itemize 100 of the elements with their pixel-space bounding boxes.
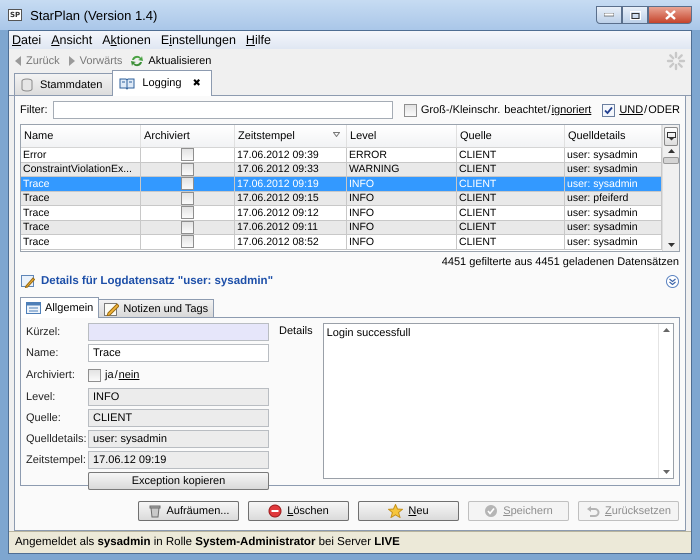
table-cell: CLIENT <box>457 192 565 206</box>
close-icon <box>664 10 676 20</box>
option-link[interactable]: ja <box>105 369 114 381</box>
table-row[interactable]: Trace 17.06.2012 09:11 INFO CLIENT user: sysadmin <box>21 220 662 235</box>
tab[interactable]: Notizen und Tags <box>98 299 214 317</box>
field-label: Quelle: <box>26 412 62 424</box>
separator-slash: / <box>548 104 551 116</box>
table-cell: user: sysadmin <box>565 220 662 235</box>
table-cell: 17.06.2012 09:33 <box>235 162 347 177</box>
checkbox[interactable] <box>88 368 101 382</box>
scroll-up-icon[interactable] <box>662 328 670 332</box>
table-row[interactable]: Trace 17.06.2012 08:52 INFO CLIENT user: sysadmin <box>21 235 662 250</box>
field-label: Quelldetails: <box>26 433 88 445</box>
sort-icon <box>333 132 340 137</box>
toolbar-button[interactable]: Aktualisieren <box>130 54 212 68</box>
table-cell: 17.06.2012 09:19 <box>235 177 347 192</box>
input-field[interactable]: CLIENT <box>88 409 269 427</box>
action-button[interactable]: Aufräumen... <box>138 501 239 521</box>
option-link[interactable]: beachtet <box>504 104 546 116</box>
column-header[interactable]: Archiviert <box>141 125 235 147</box>
table-cell: CLIENT <box>457 220 565 235</box>
close-tab-button[interactable]: ✖ <box>192 77 201 89</box>
column-header[interactable]: Name <box>21 125 141 147</box>
copy-exception-button[interactable]: Exception kopieren <box>88 472 269 490</box>
field-label: Name: <box>26 347 60 359</box>
table-row[interactable]: Trace 17.06.2012 09:15 INFO CLIENT user: pfeiferd <box>21 192 662 206</box>
table-cell: Trace <box>21 220 141 235</box>
bin-icon <box>148 504 162 518</box>
checkbox[interactable] <box>404 104 417 116</box>
field-label: Zeitstempel: <box>26 454 87 466</box>
checkbox[interactable] <box>602 104 616 116</box>
column-header[interactable]: Level <box>347 125 457 147</box>
checkbox[interactable] <box>181 220 194 234</box>
tab[interactable]: Allgemein <box>20 297 100 318</box>
checkbox[interactable] <box>181 192 194 205</box>
pencil-note-icon <box>104 302 120 316</box>
maximize-button[interactable] <box>622 6 648 24</box>
scroll-down-icon[interactable] <box>662 470 670 474</box>
collapse-icon[interactable] <box>666 274 679 288</box>
menu-item[interactable]: Aktionen <box>102 33 151 47</box>
restore-icon <box>630 10 640 20</box>
table-cell: INFO <box>347 235 457 250</box>
status-text: Angemeldet als sysadmin in Rolle System-Administrator bei Server LIVE <box>15 536 400 548</box>
tab[interactable]: Stammdaten <box>14 73 114 95</box>
refresh-icon <box>130 54 144 68</box>
table-cell: INFO <box>347 177 457 192</box>
input-field[interactable]: user: sysadmin <box>88 430 269 448</box>
input-field[interactable]: 17.06.12 09:19 <box>88 451 269 469</box>
table-row[interactable]: ConstraintViolationEx... 17.06.2012 09:33 WARNING CLIENT user: sysadmin <box>21 162 662 177</box>
table-cell: user: sysadmin <box>565 177 662 192</box>
menu-item[interactable]: Ansicht <box>51 33 92 47</box>
separator-slash: / <box>644 104 648 116</box>
table-cell: ConstraintViolationEx... <box>21 162 141 177</box>
scroll-down-icon[interactable] <box>668 243 674 247</box>
column-chooser-icon <box>666 132 676 141</box>
edit-note-icon <box>21 274 35 288</box>
scrollbar[interactable] <box>658 324 673 478</box>
column-header[interactable]: Quelle <box>457 125 565 147</box>
checkbox[interactable] <box>181 206 194 220</box>
menu-item[interactable]: Einstellungen <box>160 33 236 47</box>
menu-item[interactable]: Hilfe <box>246 33 271 47</box>
checkbox[interactable] <box>181 162 194 176</box>
input-field[interactable] <box>88 323 269 341</box>
close-button[interactable] <box>648 6 692 24</box>
table-cell: INFO <box>347 220 457 235</box>
scroll-up-icon[interactable] <box>668 149 674 153</box>
table-cell: Trace <box>21 235 141 250</box>
details-label: Details <box>279 325 313 337</box>
field-label: Level: <box>26 391 56 403</box>
column-chooser-button[interactable] <box>664 127 678 146</box>
tab[interactable]: Logging ✖ <box>112 70 212 96</box>
option-link[interactable]: UND <box>619 104 644 116</box>
table-cell: CLIENT <box>457 177 565 192</box>
option-link[interactable]: ODER <box>648 104 680 116</box>
checkbox[interactable] <box>181 148 194 162</box>
option-link[interactable]: ignoriert <box>552 104 592 116</box>
column-header[interactable]: Zeitstempel <box>235 125 347 147</box>
input-field[interactable]: Trace <box>88 344 269 362</box>
action-button[interactable]: Neu <box>358 501 459 521</box>
minimize-button[interactable] <box>596 6 622 24</box>
menu-item[interactable]: Datei <box>12 33 42 47</box>
window-title: StarPlan (Version 1.4) <box>30 8 158 22</box>
checkbox[interactable] <box>181 235 194 248</box>
option-link[interactable]: nein <box>118 369 140 381</box>
return-arrow-icon <box>586 504 600 518</box>
book-icon <box>119 76 136 90</box>
table-cell: user: pfeiferd <box>565 192 662 206</box>
checkbox[interactable] <box>181 177 194 190</box>
filter-field[interactable] <box>52 101 393 119</box>
scrollbar-thumb[interactable] <box>663 157 679 164</box>
table-cell: 17.06.2012 09:11 <box>235 220 347 235</box>
table-cell: INFO <box>347 192 457 206</box>
action-button[interactable]: Löschen <box>248 501 349 521</box>
left-arrow-icon <box>14 55 22 67</box>
field-label: Kürzel: <box>26 326 62 338</box>
minimize-icon <box>604 13 614 17</box>
right-arrow-icon <box>68 55 76 67</box>
field-label: Archiviert: <box>26 369 76 381</box>
minus-circle-icon <box>268 504 282 518</box>
input-field[interactable]: INFO <box>88 388 269 406</box>
